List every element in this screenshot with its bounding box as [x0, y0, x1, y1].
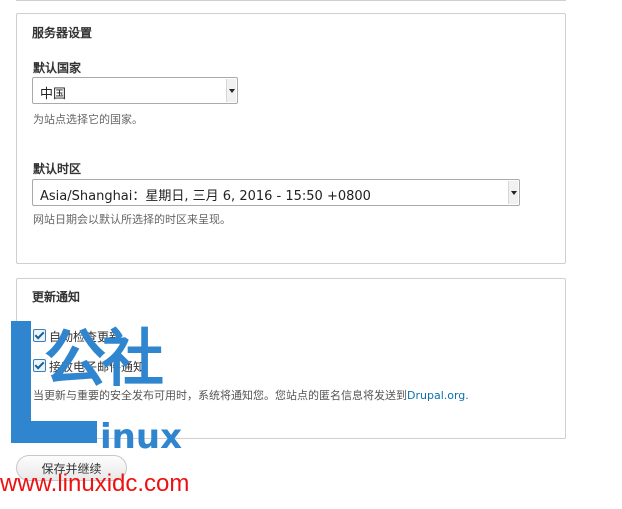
- update-notifications-legend: 更新通知: [32, 290, 81, 304]
- watermark-linux: inux: [100, 417, 182, 457]
- country-select[interactable]: 中国: [32, 77, 238, 104]
- chevron-down-icon: [226, 79, 236, 102]
- chevron-down-icon: [508, 181, 518, 204]
- watermark-logo-l-foot: [11, 421, 97, 443]
- top-divider: [16, 0, 566, 1]
- watermark-chinese: 公社: [44, 322, 164, 395]
- country-select-value: 中国: [40, 87, 67, 102]
- server-settings-legend: 服务器设置: [32, 26, 93, 40]
- timezone-label: 默认时区: [33, 162, 82, 176]
- drupal-org-link[interactable]: Drupal.org.: [407, 389, 469, 402]
- watermark-url: www.linuxidc.com: [0, 470, 190, 497]
- country-description: 为站点选择它的国家。: [33, 113, 143, 126]
- timezone-description: 网站日期会以默认所选择的时区来呈现。: [33, 213, 231, 226]
- timezone-select[interactable]: Asia/Shanghai：星期日, 三月 6, 2016 - 15:50 +0…: [32, 179, 520, 206]
- country-label: 默认国家: [33, 61, 82, 75]
- timezone-select-value: Asia/Shanghai：星期日, 三月 6, 2016 - 15:50 +0…: [40, 189, 371, 204]
